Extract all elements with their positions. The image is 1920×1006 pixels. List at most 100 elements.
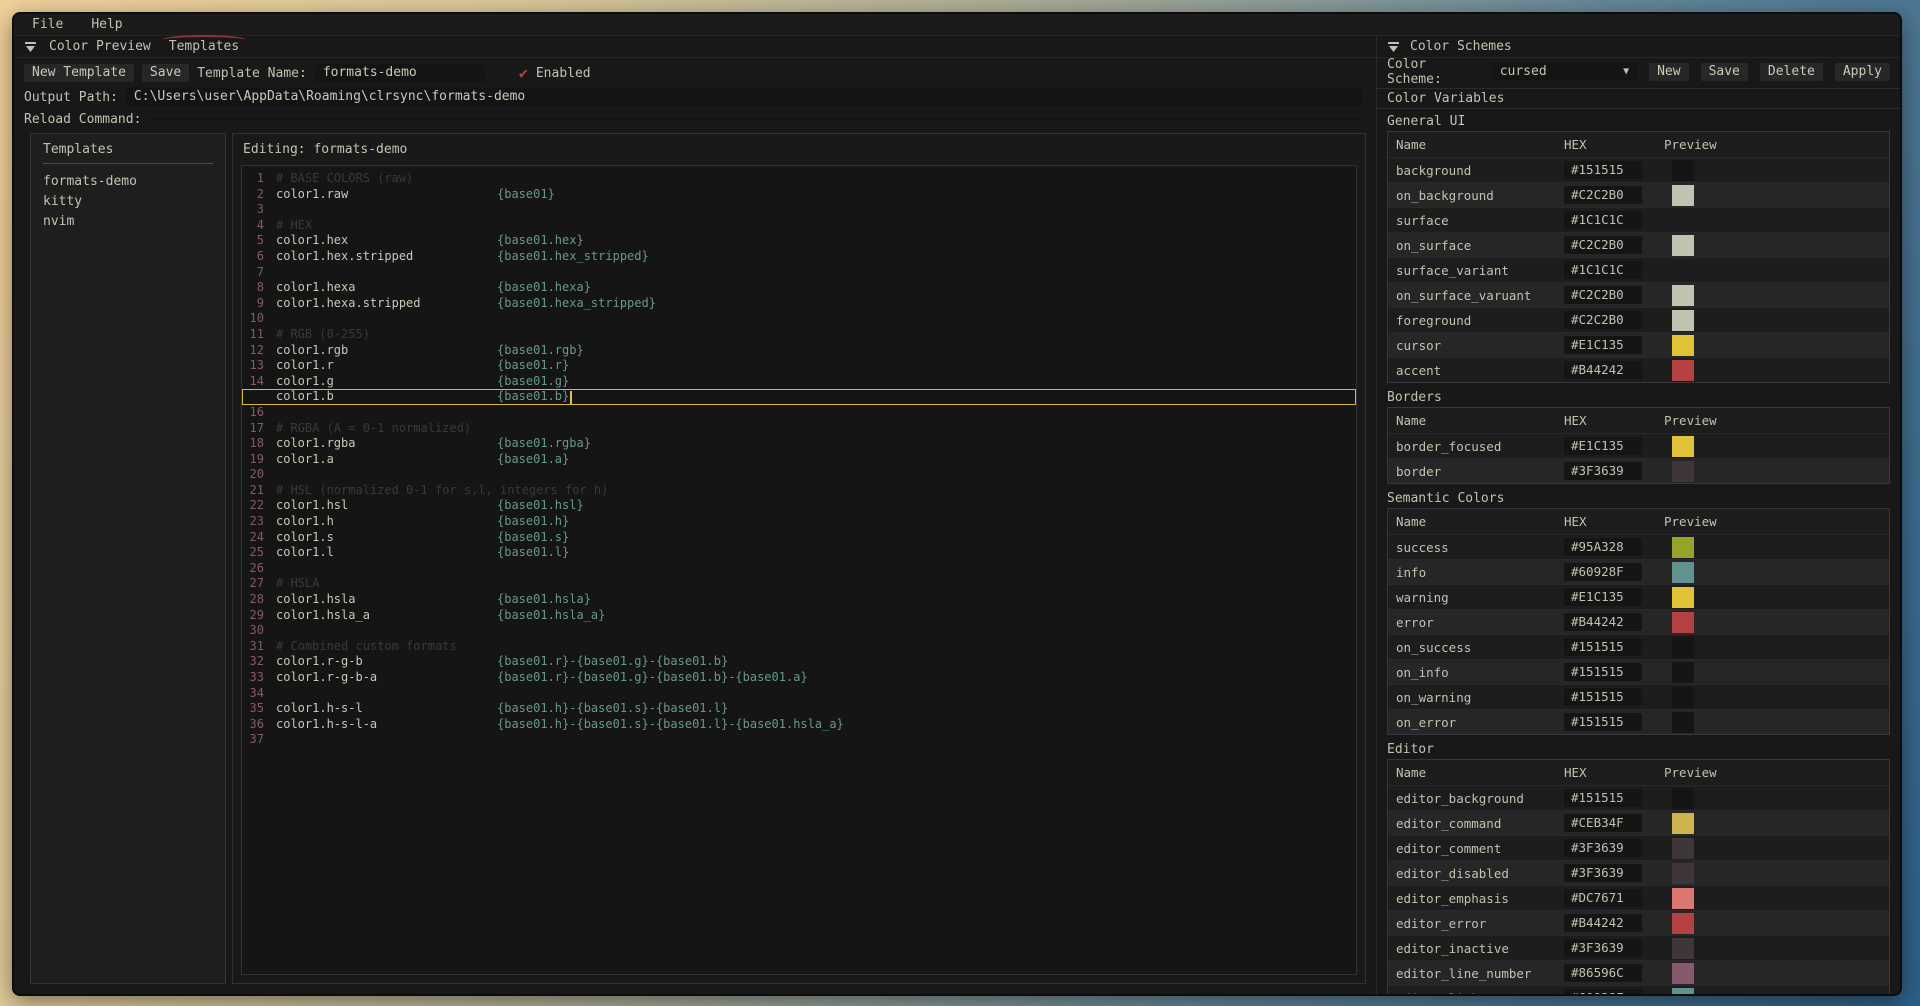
color-swatch[interactable]: [1672, 285, 1694, 306]
editor-line[interactable]: 4# HEX: [242, 218, 1356, 234]
color-swatch[interactable]: [1672, 788, 1694, 809]
color-swatch[interactable]: [1672, 612, 1694, 633]
editor-line[interactable]: 26: [242, 561, 1356, 577]
color-swatch[interactable]: [1672, 963, 1694, 984]
hex-input[interactable]: #E1C135: [1564, 437, 1642, 455]
editor-line[interactable]: 20: [242, 467, 1356, 483]
editor-line[interactable]: 25color1.l{base01.l}: [242, 545, 1356, 561]
color-swatch[interactable]: [1672, 913, 1694, 934]
scheme-new-button[interactable]: New: [1649, 63, 1688, 81]
template-list-item[interactable]: formats-demo: [43, 172, 213, 192]
hex-input[interactable]: #60928F: [1564, 989, 1642, 994]
editor-line[interactable]: 34: [242, 686, 1356, 702]
output-path-input[interactable]: C:\Users\user\AppData\Roaming\clrsync\fo…: [126, 88, 1362, 106]
hex-input[interactable]: #86596C: [1564, 964, 1642, 982]
reload-command-input[interactable]: [149, 118, 1362, 121]
hex-input[interactable]: #1C1C1C: [1564, 211, 1642, 229]
template-name-input[interactable]: formats-demo: [315, 64, 485, 82]
editor-line[interactable]: 22color1.hsl{base01.hsl}: [242, 498, 1356, 514]
color-swatch[interactable]: [1672, 210, 1694, 231]
hex-input[interactable]: #1C1C1C: [1564, 261, 1642, 279]
hex-input[interactable]: #3F3639: [1564, 939, 1642, 957]
menu-item-file[interactable]: File: [32, 17, 63, 32]
color-scheme-dropdown[interactable]: cursed ▼: [1492, 63, 1637, 81]
hex-input[interactable]: #B44242: [1564, 613, 1642, 631]
collapse-panel-icon[interactable]: [1387, 41, 1400, 53]
color-swatch[interactable]: [1672, 838, 1694, 859]
color-swatch[interactable]: [1672, 988, 1694, 995]
hex-input[interactable]: #3F3639: [1564, 462, 1642, 480]
editor-line[interactable]: 31# Combined custom formats: [242, 639, 1356, 655]
editor-line[interactable]: 11# RGB (0-255): [242, 327, 1356, 343]
editor-line[interactable]: 17# RGBA (A = 0-1 normalized): [242, 421, 1356, 437]
editor-line[interactable]: 14color1.g{base01.g}: [242, 374, 1356, 390]
color-swatch[interactable]: [1672, 360, 1694, 381]
color-swatch[interactable]: [1672, 310, 1694, 331]
hex-input[interactable]: #DC7671: [1564, 889, 1642, 907]
color-swatch[interactable]: [1672, 712, 1694, 733]
editor-line[interactable]: 8color1.hexa{base01.hexa}: [242, 280, 1356, 296]
editor-line[interactable]: 19color1.a{base01.a}: [242, 452, 1356, 468]
editor-line[interactable]: 36color1.h-s-l-a{base01.h}-{base01.s}-{b…: [242, 717, 1356, 733]
hex-input[interactable]: #E1C135: [1564, 588, 1642, 606]
menu-item-help[interactable]: Help: [91, 17, 122, 32]
template-list-item[interactable]: kitty: [43, 192, 213, 212]
editor-line[interactable]: 15color1.b{base01.b}: [242, 389, 1356, 405]
color-swatch[interactable]: [1672, 185, 1694, 206]
tab-templates[interactable]: Templates: [167, 39, 241, 54]
editor-line[interactable]: 24color1.s{base01.s}: [242, 530, 1356, 546]
hex-input[interactable]: #C2C2B0: [1564, 286, 1642, 304]
scheme-delete-button[interactable]: Delete: [1760, 63, 1823, 81]
editor-line[interactable]: 18color1.rgba{base01.rgba}: [242, 436, 1356, 452]
hex-input[interactable]: #95A328: [1564, 538, 1642, 556]
color-swatch[interactable]: [1672, 335, 1694, 356]
hex-input[interactable]: #60928F: [1564, 563, 1642, 581]
color-swatch[interactable]: [1672, 436, 1694, 457]
hex-input[interactable]: #B44242: [1564, 361, 1642, 379]
color-swatch[interactable]: [1672, 662, 1694, 683]
hex-input[interactable]: #E1C135: [1564, 336, 1642, 354]
color-swatch[interactable]: [1672, 863, 1694, 884]
color-swatch[interactable]: [1672, 562, 1694, 583]
hex-input[interactable]: #151515: [1564, 161, 1642, 179]
editor-line[interactable]: 27# HSLA: [242, 576, 1356, 592]
hex-input[interactable]: #151515: [1564, 638, 1642, 656]
color-swatch[interactable]: [1672, 260, 1694, 281]
color-swatch[interactable]: [1672, 160, 1694, 181]
new-template-button[interactable]: New Template: [24, 64, 134, 82]
hex-input[interactable]: #CEB34F: [1564, 814, 1642, 832]
hex-input[interactable]: #C2C2B0: [1564, 236, 1642, 254]
color-swatch[interactable]: [1672, 537, 1694, 558]
color-swatch[interactable]: [1672, 587, 1694, 608]
color-swatch[interactable]: [1672, 235, 1694, 256]
editor-line[interactable]: 9color1.hexa.stripped{base01.hexa_stripp…: [242, 296, 1356, 312]
editor-line[interactable]: 23color1.h{base01.h}: [242, 514, 1356, 530]
hex-input[interactable]: #3F3639: [1564, 839, 1642, 857]
editor-line[interactable]: 7: [242, 265, 1356, 281]
editor-line[interactable]: 5color1.hex{base01.hex}: [242, 233, 1356, 249]
editor-line[interactable]: 13color1.r{base01.r}: [242, 358, 1356, 374]
editor-line[interactable]: 2color1.raw{base01}: [242, 187, 1356, 203]
editor-line[interactable]: 32color1.r-g-b{base01.r}-{base01.g}-{bas…: [242, 654, 1356, 670]
hex-input[interactable]: #C2C2B0: [1564, 186, 1642, 204]
enabled-checkbox[interactable]: ✔: [519, 64, 528, 82]
editor-line[interactable]: 21# HSL (normalized 0-1 for s,l, integer…: [242, 483, 1356, 499]
color-swatch[interactable]: [1672, 813, 1694, 834]
tab-color-preview[interactable]: Color Preview: [47, 39, 153, 54]
editor-line[interactable]: 10: [242, 311, 1356, 327]
template-code-editor[interactable]: 1# BASE COLORS (raw)2color1.raw{base01}3…: [241, 165, 1357, 975]
editor-line[interactable]: 37: [242, 732, 1356, 748]
hex-input[interactable]: #151515: [1564, 713, 1642, 731]
color-swatch[interactable]: [1672, 461, 1694, 482]
hex-input[interactable]: #C2C2B0: [1564, 311, 1642, 329]
hex-input[interactable]: #151515: [1564, 663, 1642, 681]
color-swatch[interactable]: [1672, 938, 1694, 959]
color-swatch[interactable]: [1672, 687, 1694, 708]
color-swatch[interactable]: [1672, 888, 1694, 909]
editor-line[interactable]: 30: [242, 623, 1356, 639]
editor-line[interactable]: 12color1.rgb{base01.rgb}: [242, 343, 1356, 359]
scheme-apply-button[interactable]: Apply: [1835, 63, 1890, 81]
template-list-item[interactable]: nvim: [43, 212, 213, 232]
editor-line[interactable]: 33color1.r-g-b-a{base01.r}-{base01.g}-{b…: [242, 670, 1356, 686]
editor-line[interactable]: 3: [242, 202, 1356, 218]
